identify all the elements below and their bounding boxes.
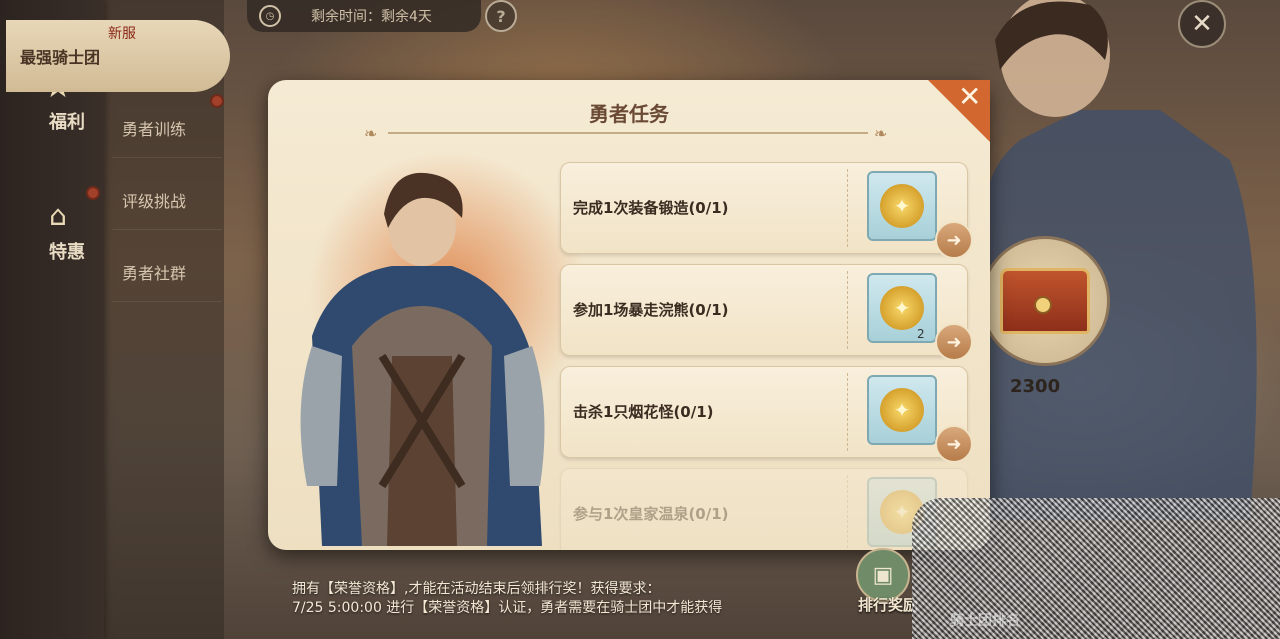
left-sidebar: ★ 福利 ⌂ 特惠 (0, 0, 104, 639)
new-server-tag: 新服 (108, 26, 136, 42)
tab-hero-community[interactable]: 勇者社群 (112, 242, 222, 302)
honor-qualification-note: 拥有【荣誉资格】,才能在活动结束后领排行奖！获得要求： 7/25 5:00:00… (292, 580, 722, 618)
task-row: 完成1次装备锻造(0/1) ✦ ➜ (560, 162, 973, 259)
remaining-time-text: 剩余时间：剩余4天 (311, 9, 432, 25)
tab-label: 勇者社群 (122, 263, 187, 283)
reward-item[interactable]: ✦ (867, 273, 937, 343)
ornament-icon: ❧ (364, 124, 378, 143)
note-line: 7/25 5:00:00 进行【荣誉资格】认证，勇者需要在骑士团中才能获得 (292, 600, 723, 616)
honor-medal-icon: ✦ (880, 184, 924, 228)
task-text: 完成1次装备锻造(0/1) (573, 199, 729, 217)
tab-label: 评级挑战 (122, 191, 187, 211)
task-row: 参加1场暴走浣熊(0/1) ✦ 2 ➜ (560, 264, 973, 361)
go-arrow-button[interactable]: ➜ (935, 425, 973, 463)
score-value: 2300 (1010, 376, 1061, 397)
task-divider (847, 373, 849, 451)
ranking-reward-button[interactable]: ▣ 排行奖励 (848, 548, 920, 628)
close-icon: ✕ (958, 80, 982, 113)
honor-medal-icon: ✦ (880, 388, 924, 432)
task-divider (847, 271, 849, 349)
task-row: 击杀1只烟花怪(0/1) ✦ ➜ (560, 366, 973, 463)
reward-item[interactable]: ✦ (867, 375, 937, 445)
gift-icon[interactable]: ⌂ (38, 195, 78, 235)
task-row: 参与1次皇家温泉(0/1) ✦ (560, 468, 968, 550)
reward-count: 2 (917, 327, 925, 341)
modal-title: 勇者任务 (589, 102, 669, 126)
hero-portrait (300, 172, 545, 546)
go-arrow-button[interactable]: ➜ (935, 221, 973, 259)
task-divider (847, 475, 849, 550)
close-icon[interactable]: ✕ (1178, 0, 1226, 48)
reward-item[interactable]: ✦ (867, 171, 937, 241)
task-text: 参与1次皇家温泉(0/1) (573, 505, 729, 523)
tab-label: 最强骑士团 (20, 48, 101, 67)
ornament-icon: ❧ (874, 124, 888, 143)
remaining-time-pill: ◷ 剩余时间：剩余4天 (247, 0, 481, 32)
tab-rating-challenge[interactable]: 评级挑战 (112, 170, 222, 230)
chest-lock-icon (1034, 296, 1052, 314)
task-text: 参加1场暴走浣熊(0/1) (573, 301, 729, 319)
modal-close-button[interactable]: ✕ (928, 80, 990, 142)
help-icon[interactable]: ? (485, 0, 517, 32)
tab-column (104, 0, 224, 639)
hero-task-modal: 勇者任务 ❧ ❧ 完成1次装备锻造(0/1) ✦ ➜ 参加1场暴走浣熊(0/1)… (268, 80, 990, 550)
clock-icon: ◷ (259, 5, 281, 27)
knight-ranking-label[interactable]: 骑士团排名 (950, 610, 1020, 630)
task-text: 击杀1只烟花怪(0/1) (573, 403, 714, 421)
go-arrow-button[interactable]: ➜ (935, 323, 973, 361)
task-divider (847, 169, 849, 247)
honor-medal-icon: ✦ (880, 286, 924, 330)
tab-hero-training[interactable]: 勇者训练 (112, 98, 222, 158)
title-divider (388, 132, 868, 134)
note-line: 拥有【荣誉资格】,才能在活动结束后领排行奖！获得要求： (292, 581, 661, 597)
notification-dot (86, 186, 100, 200)
tab-label: 勇者训练 (122, 119, 187, 139)
